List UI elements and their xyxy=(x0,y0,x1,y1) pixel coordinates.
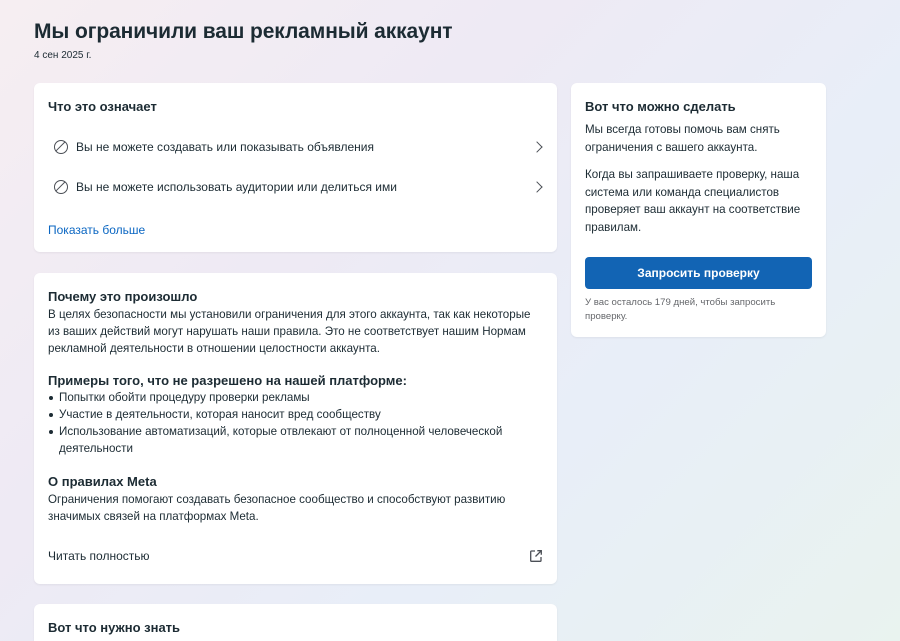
chevron-right-icon xyxy=(531,181,543,193)
action-title: Вот что можно сделать xyxy=(585,99,736,114)
restriction-item-ads[interactable]: Вы не можете создавать или показывать об… xyxy=(48,130,543,164)
why-card: Почему это произошло В целях безопасност… xyxy=(34,273,557,584)
action-card: Вот что можно сделать Мы всегда готовы п… xyxy=(571,83,826,337)
action-text-1: Мы всегда готовы помочь вам снять ограни… xyxy=(585,123,780,154)
request-review-button[interactable]: Запросить проверку xyxy=(585,257,812,289)
chevron-right-icon xyxy=(531,141,543,153)
rules-title: О правилах Meta xyxy=(48,474,157,489)
page-title: Мы ограничили ваш рекламный аккаунт xyxy=(34,20,453,43)
meaning-title: Что это означает xyxy=(48,99,157,114)
list-item: Попытки обойти процедуру проверки реклам… xyxy=(48,389,543,406)
read-full-link[interactable]: Читать полностью xyxy=(48,547,543,565)
why-title: Почему это произошло xyxy=(48,289,198,304)
examples-title: Примеры того, что не разрешено на нашей … xyxy=(48,373,407,388)
action-text-2: Когда вы запрашиваете проверку, наша сис… xyxy=(585,168,801,234)
ban-icon xyxy=(54,180,68,194)
show-more-link[interactable]: Показать больше xyxy=(48,223,145,237)
examples-list: Попытки обойти процедуру проверки реклам… xyxy=(48,389,543,457)
restriction-item-audiences[interactable]: Вы не можете использовать аудитории или … xyxy=(48,170,543,204)
meaning-card: Что это означает Вы не можете создавать … xyxy=(34,83,557,252)
page-date: 4 сен 2025 г. xyxy=(34,50,92,61)
read-full-label: Читать полностью xyxy=(48,549,150,563)
list-item: Участие в деятельности, которая наносит … xyxy=(48,406,543,423)
ban-icon xyxy=(54,140,68,154)
know-card: Вот что нужно знать xyxy=(34,604,557,641)
rules-text: Ограничения помогают создавать безопасно… xyxy=(48,493,506,523)
external-link-icon xyxy=(530,550,542,562)
know-title: Вот что нужно знать xyxy=(48,620,181,635)
why-text: В целях безопасности мы установили огран… xyxy=(48,308,531,355)
days-remaining-note: У вас осталось 179 дней, чтобы запросить… xyxy=(585,297,776,322)
restriction-label: Вы не можете использовать аудитории или … xyxy=(76,180,397,194)
list-item: Использование автоматизаций, которые отв… xyxy=(48,423,543,457)
restriction-label: Вы не можете создавать или показывать об… xyxy=(76,140,374,154)
